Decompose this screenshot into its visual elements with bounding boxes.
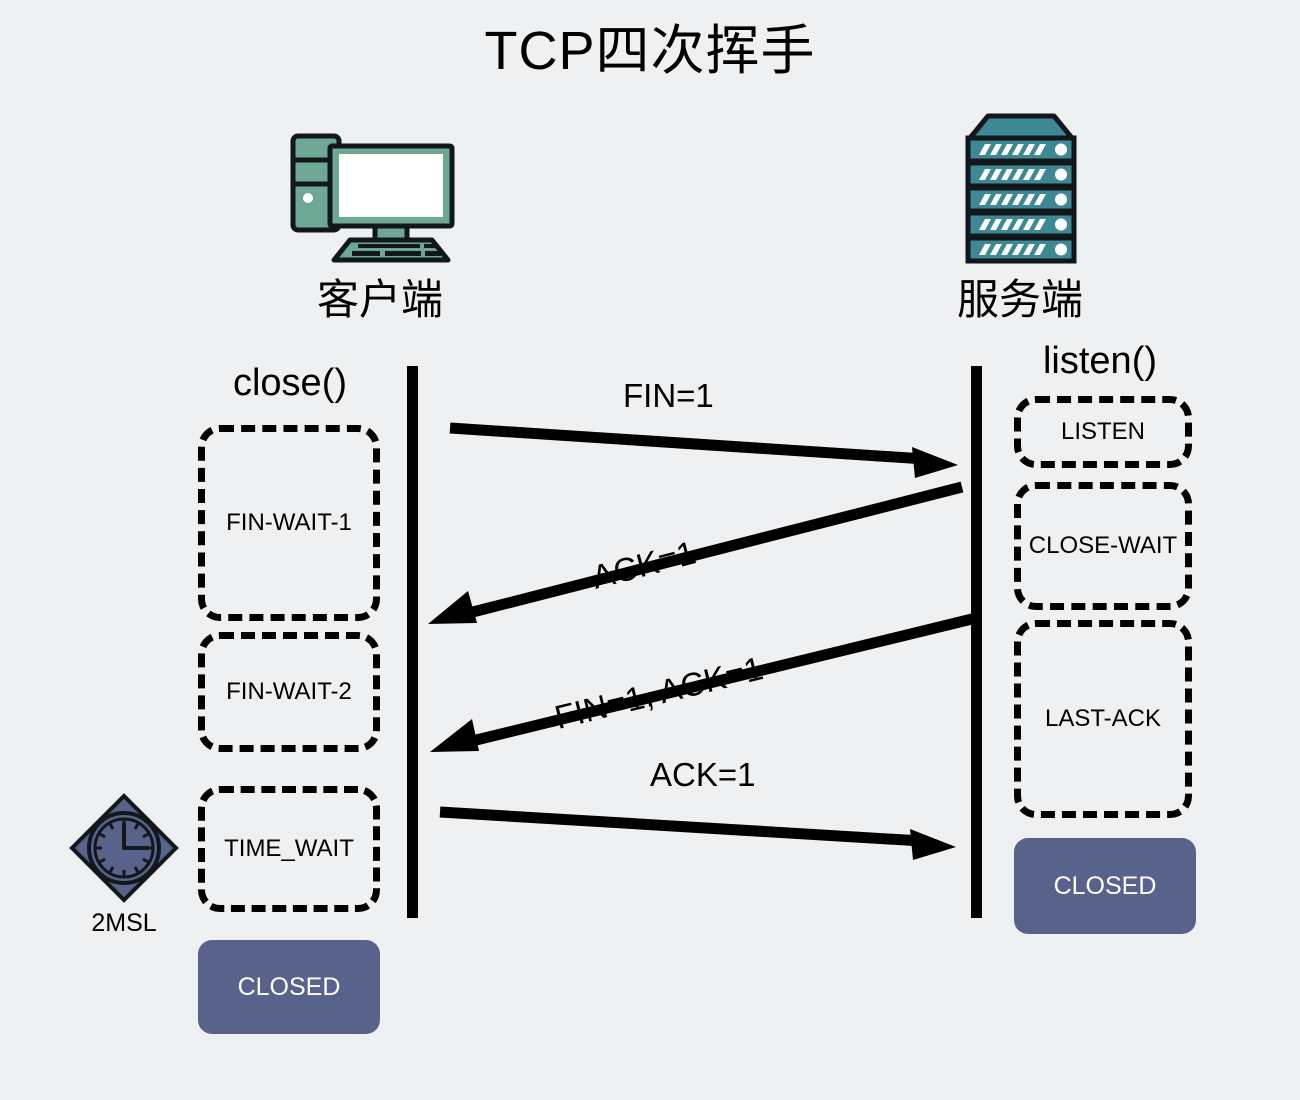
message-label-4: ACK=1 — [650, 756, 756, 793]
message-label-1: FIN=1 — [623, 377, 714, 414]
msl-timer-group: 2MSL — [62, 793, 186, 938]
server-state-closed: CLOSED — [1014, 838, 1196, 934]
server-state-close-wait: CLOSE-WAIT — [1014, 482, 1192, 610]
server-listen-call-label: listen() — [1042, 340, 1158, 382]
message-arrow-4 — [439, 806, 956, 860]
client-state-closed: CLOSED — [198, 940, 380, 1034]
server-state-listen: LISTEN — [1014, 396, 1192, 468]
msl-timer-label: 2MSL — [91, 909, 157, 937]
client-state-time-wait: TIME_WAIT — [198, 786, 380, 912]
server-label: 服务端 — [956, 276, 1083, 323]
server-rack-icon — [965, 113, 1077, 264]
message-label-2: ACK=1 — [588, 533, 700, 596]
msl-diamond — [69, 793, 179, 903]
client-state-fin-wait-2: FIN-WAIT-2 — [198, 632, 380, 752]
client-lifeline — [407, 366, 418, 918]
client-close-call-label: close() — [232, 362, 348, 404]
desktop-computer-icon — [290, 133, 455, 263]
clock-icon — [69, 793, 179, 903]
client-state-fin-wait-1: FIN-WAIT-1 — [198, 425, 380, 621]
page-title: TCP四次挥手 — [484, 21, 816, 81]
server-lifeline — [971, 366, 982, 918]
message-arrow-1 — [449, 422, 958, 478]
server-state-last-ack: LAST-ACK — [1014, 620, 1192, 818]
diagram-canvas: TCP四次挥手 客户端 服务端 close() listen() FIN-WAI… — [0, 0, 1300, 1100]
message-label-3: FIN=1, ACK=1 — [551, 649, 767, 736]
client-label: 客户端 — [316, 276, 443, 323]
